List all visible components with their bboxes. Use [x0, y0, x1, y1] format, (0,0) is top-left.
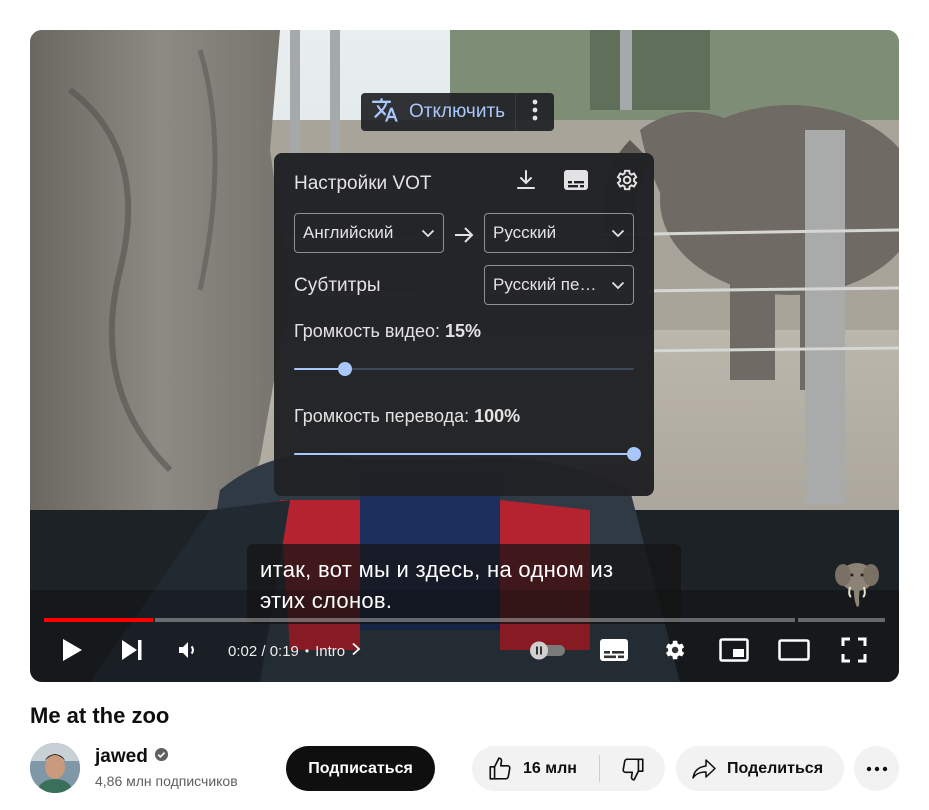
vot-menu-button[interactable]	[516, 93, 554, 131]
vot-settings-panel: Настройки VOT Английский Русский Субтитр…	[274, 153, 654, 496]
video-volume-label-text: Громкость видео:	[294, 321, 440, 341]
video-volume-slider[interactable]	[294, 361, 634, 377]
share-button[interactable]: Поделиться	[676, 746, 844, 791]
more-horiz-icon	[866, 766, 888, 772]
channel-name-text: jawed	[95, 746, 148, 767]
share-icon	[691, 757, 717, 781]
skip-next-icon	[121, 639, 143, 666]
video-volume-label: Громкость видео: 15%	[294, 321, 481, 342]
source-language-select[interactable]: Английский	[294, 213, 444, 253]
download-button[interactable]	[511, 167, 541, 197]
share-label: Поделиться	[727, 759, 824, 777]
vot-settings-button[interactable]	[611, 167, 641, 197]
target-language-select[interactable]: Русский	[484, 213, 634, 253]
play-icon	[61, 638, 83, 667]
autoplay-toggle[interactable]	[526, 634, 570, 670]
closed-captions-icon	[599, 638, 629, 667]
subscriber-count: 4,86 млн подписчиков	[95, 773, 238, 789]
translation-volume-slider[interactable]	[294, 446, 641, 462]
gear-icon	[613, 167, 639, 198]
like-button[interactable]: 16 млн	[472, 746, 599, 791]
more-actions-button[interactable]	[854, 746, 899, 791]
source-language-value: Английский	[303, 223, 394, 242]
vot-disable-label: Отключить	[409, 101, 506, 122]
target-language-value: Русский	[493, 223, 557, 242]
theater-mode-button[interactable]	[776, 634, 812, 670]
panel-title: Настройки VOT	[294, 173, 432, 194]
thumbs-up-icon	[487, 756, 513, 782]
dislike-button[interactable]	[600, 746, 665, 791]
channel-name[interactable]: jawed	[95, 746, 169, 768]
vot-disable-button[interactable]: Отключить	[361, 93, 515, 131]
slider-thumb[interactable]	[627, 447, 641, 461]
fullscreen-icon	[841, 637, 867, 668]
chevron-right-icon	[351, 642, 361, 660]
arrow-right-icon	[452, 223, 476, 252]
more-vert-icon	[532, 99, 538, 126]
subtitles-label: Субтитры	[294, 275, 381, 296]
like-dislike-group: 16 млн	[472, 746, 665, 791]
subtitle-line: итак, вот мы и здесь, на одном из	[260, 557, 614, 582]
volume-icon	[176, 638, 200, 667]
theater-mode-icon	[778, 638, 810, 666]
gear-icon	[661, 637, 687, 668]
progress-bar[interactable]	[44, 618, 885, 622]
subtitle-caption: итак, вот мы и здесь, на одном из этих с…	[247, 544, 681, 624]
thumbs-down-icon	[620, 756, 646, 782]
chevron-down-icon	[603, 229, 633, 238]
slider-thumb[interactable]	[338, 362, 352, 376]
miniplayer-button[interactable]	[716, 634, 752, 670]
chapter-title[interactable]: Intro	[315, 643, 345, 660]
slider-fill	[294, 453, 634, 455]
play-button[interactable]	[54, 634, 90, 670]
video-player[interactable]: Отключить Настройки VOT Английский Русск…	[30, 30, 899, 682]
chevron-down-icon	[413, 229, 443, 238]
mute-button[interactable]	[170, 634, 206, 670]
video-title: Me at the zoo	[30, 703, 170, 728]
next-button[interactable]	[114, 634, 150, 670]
translation-volume-label-text: Громкость перевода:	[294, 406, 470, 426]
time-display: 0:02 / 0:19 • Intro	[228, 642, 361, 660]
download-icon	[514, 168, 538, 197]
video-volume-value: 15%	[445, 321, 482, 341]
verified-icon	[154, 746, 169, 768]
chapter-separator: •	[304, 644, 310, 658]
autoplay-toggle-icon	[527, 640, 569, 665]
subtitles-download-button[interactable]	[561, 167, 591, 197]
miniplayer-icon	[719, 637, 749, 667]
translate-icon	[371, 96, 399, 129]
subtitles-value: Русский пе…	[493, 275, 597, 294]
elephant-icon	[833, 555, 881, 610]
subtitles-icon	[563, 169, 589, 196]
progress-played	[44, 618, 154, 622]
chapter-segment	[155, 618, 795, 622]
subtitle-line: этих слонов.	[260, 588, 393, 613]
player-settings-button[interactable]	[656, 634, 692, 670]
vot-toggle-group: Отключить	[361, 93, 555, 131]
fullscreen-button[interactable]	[836, 634, 872, 670]
chapter-segment	[798, 618, 885, 622]
chevron-down-icon	[603, 281, 633, 290]
avatar[interactable]	[30, 743, 80, 793]
like-count: 16 млн	[523, 759, 577, 777]
translation-volume-value: 100%	[474, 406, 521, 426]
subtitles-select[interactable]: Русский пе…	[484, 265, 634, 305]
subtitles-toggle-button[interactable]	[596, 634, 632, 670]
time-text: 0:02 / 0:19	[228, 642, 299, 660]
subscribe-button[interactable]: Подписаться	[286, 746, 435, 791]
translation-volume-label: Громкость перевода: 100%	[294, 406, 520, 427]
